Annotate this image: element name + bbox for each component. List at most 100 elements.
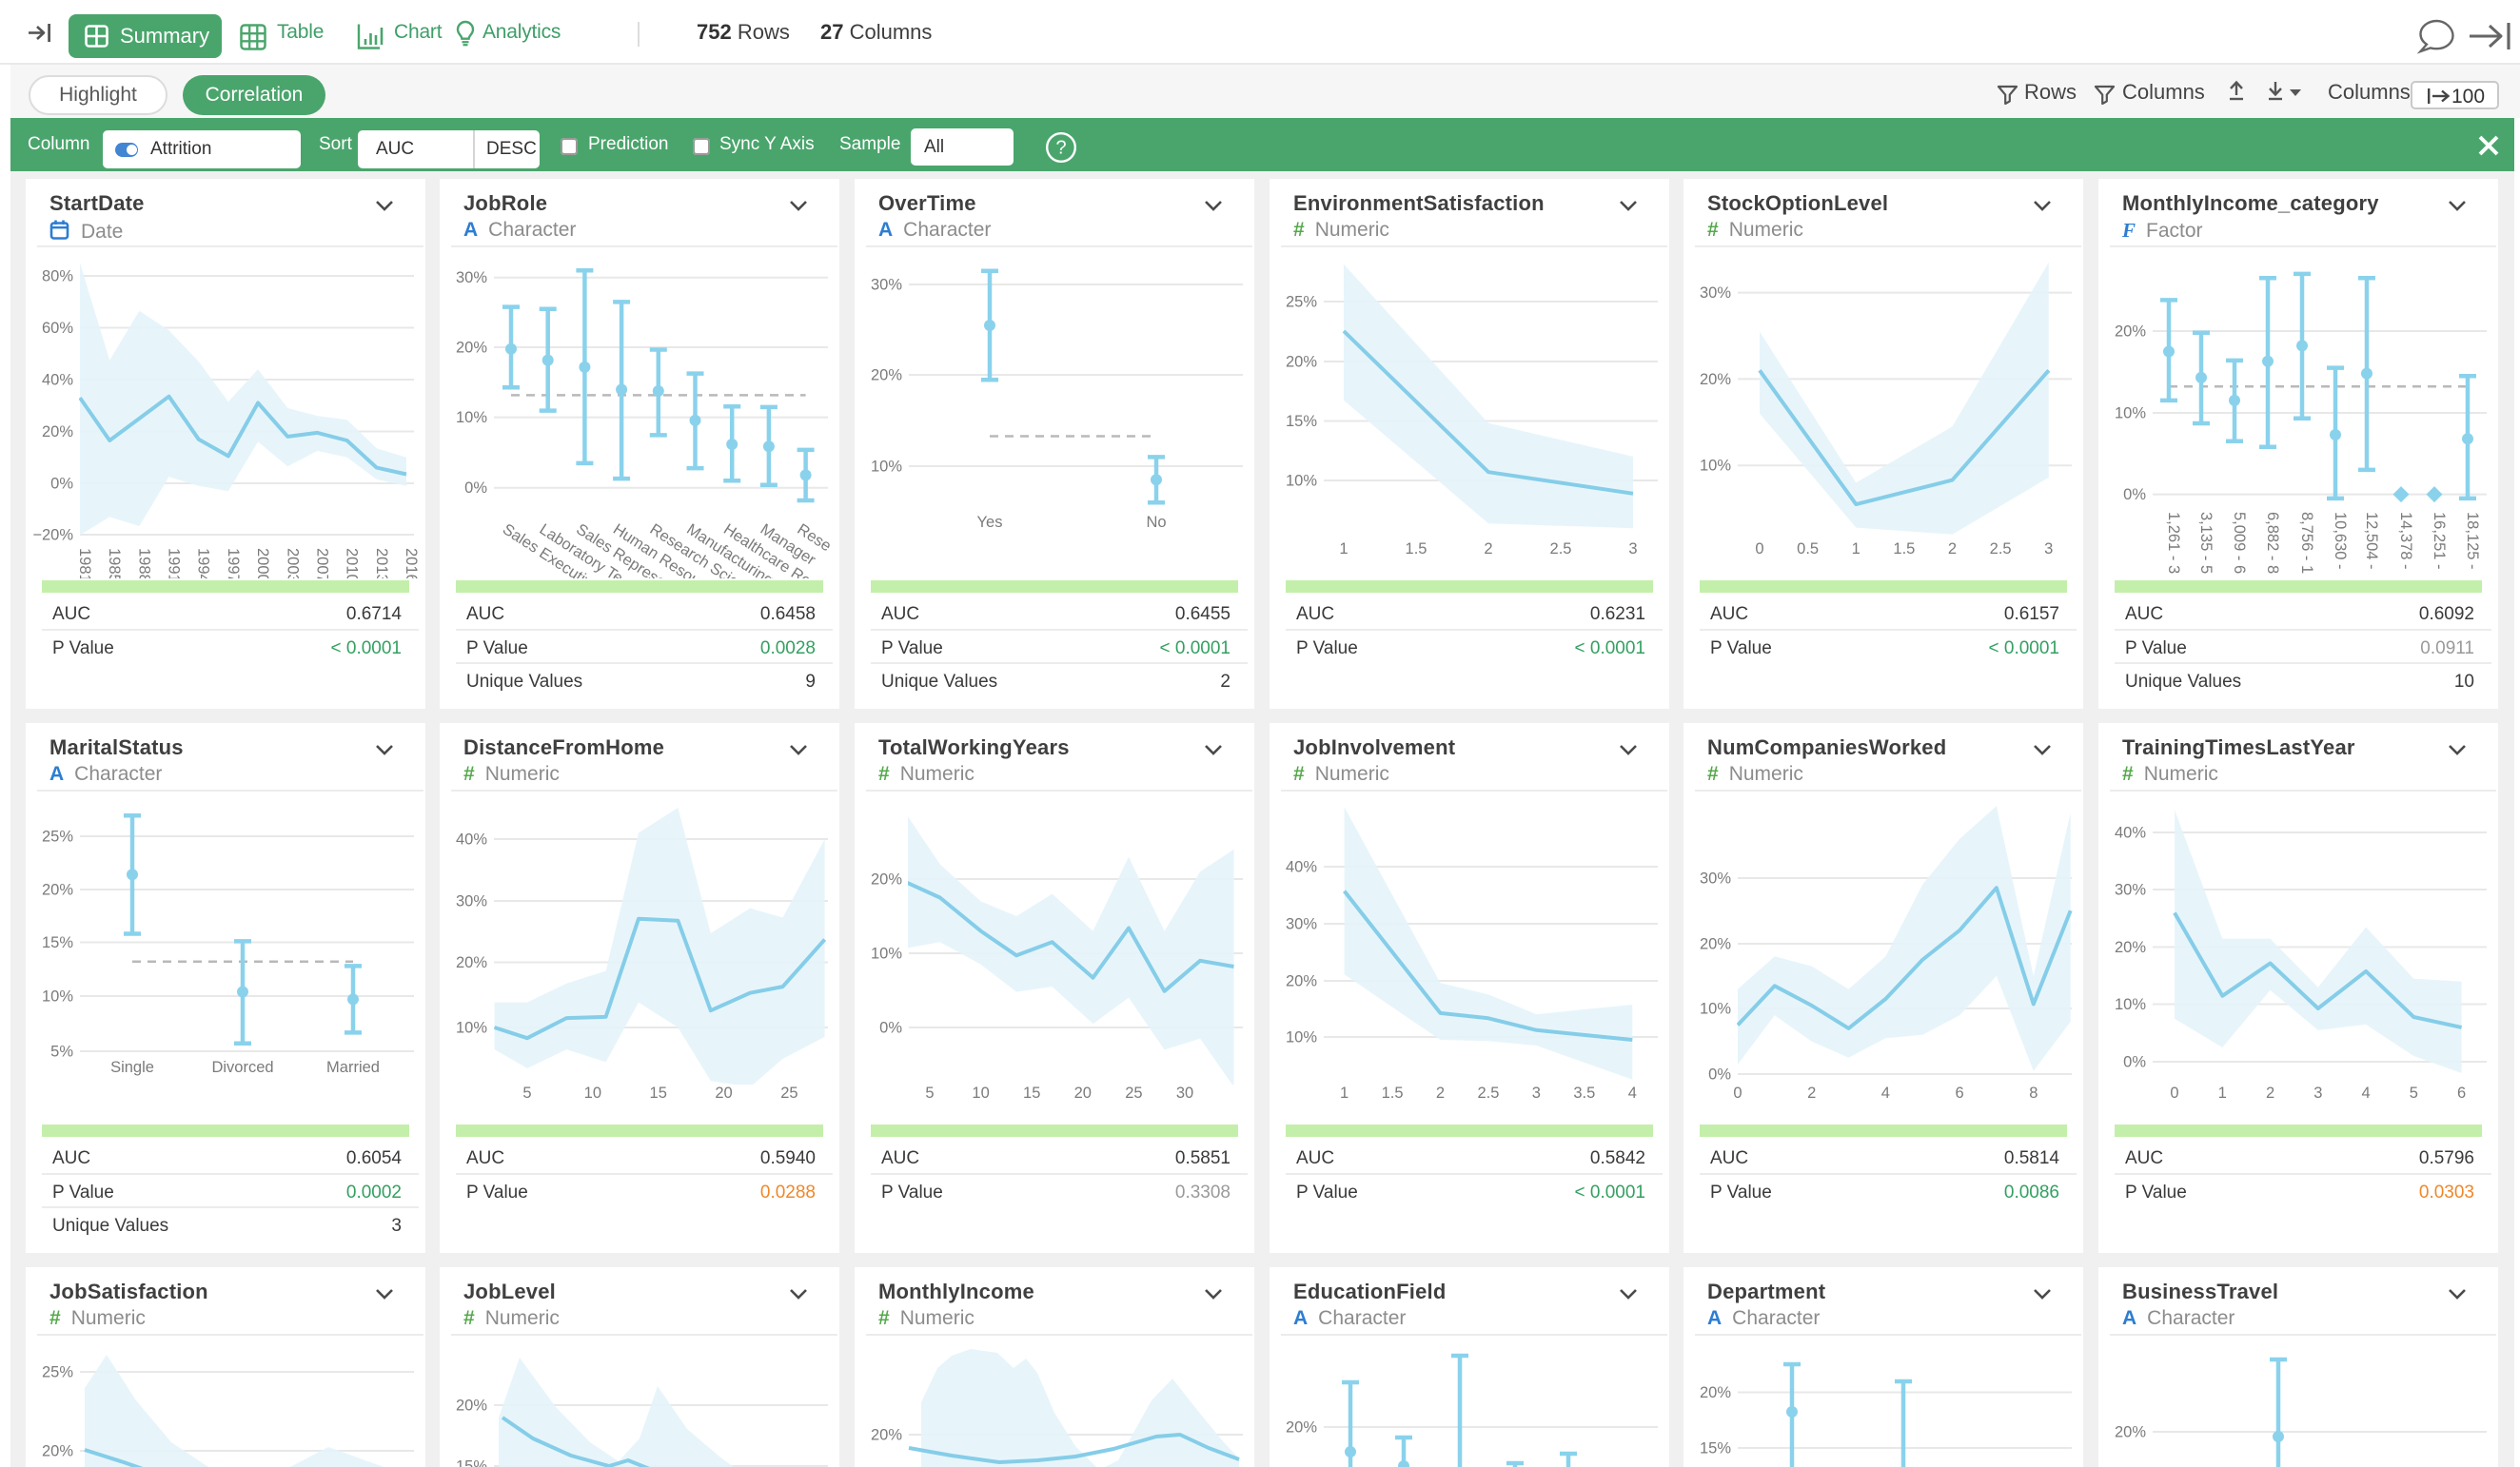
svg-text:18,125 -: 18,125 - — [2464, 512, 2481, 570]
svg-text:5: 5 — [925, 1085, 934, 1102]
svg-text:20%: 20% — [1286, 973, 1317, 990]
svg-text:30%: 30% — [1700, 284, 1731, 302]
svg-text:2: 2 — [2266, 1085, 2274, 1102]
svg-text:1985: 1985 — [106, 548, 123, 578]
svg-text:14,378 -: 14,378 - — [2397, 512, 2414, 570]
svg-text:30%: 30% — [456, 893, 487, 910]
svg-text:20%: 20% — [871, 367, 902, 384]
svg-text:5: 5 — [522, 1085, 531, 1102]
svg-text:1991: 1991 — [166, 548, 183, 578]
svg-text:4: 4 — [2361, 1085, 2370, 1102]
svg-text:2.5: 2.5 — [1550, 540, 1572, 557]
svg-text:15: 15 — [650, 1085, 667, 1102]
svg-text:?: ? — [1055, 138, 1066, 159]
svg-text:1988: 1988 — [135, 548, 152, 578]
svg-text:20%: 20% — [42, 423, 73, 440]
svg-text:2.5: 2.5 — [1990, 540, 2012, 557]
svg-text:20%: 20% — [456, 954, 487, 971]
svg-text:30: 30 — [1176, 1085, 1193, 1102]
svg-text:Single: Single — [110, 1059, 154, 1076]
svg-text:40%: 40% — [1286, 859, 1317, 876]
svg-text:20%: 20% — [42, 1443, 73, 1460]
svg-text:5%: 5% — [50, 1044, 73, 1061]
svg-text:2: 2 — [1436, 1085, 1445, 1102]
svg-text:6,882 - 8: 6,882 - 8 — [2264, 512, 2281, 574]
svg-text:15%: 15% — [1700, 1440, 1731, 1457]
svg-text:2: 2 — [1484, 540, 1492, 557]
svg-text:5,009 - 6: 5,009 - 6 — [2231, 512, 2248, 574]
svg-text:2.5: 2.5 — [1477, 1085, 1499, 1102]
svg-text:40%: 40% — [2115, 825, 2146, 842]
svg-text:Divorced: Divorced — [211, 1059, 273, 1076]
svg-text:20%: 20% — [2115, 1424, 2146, 1441]
svg-text:1.5: 1.5 — [1382, 1085, 1404, 1102]
svg-text:20%: 20% — [1286, 1419, 1317, 1437]
svg-text:40%: 40% — [42, 372, 73, 389]
svg-text:10%: 10% — [42, 988, 73, 1006]
svg-text:20%: 20% — [1286, 354, 1317, 371]
svg-text:0: 0 — [1755, 540, 1763, 557]
svg-text:1: 1 — [2218, 1085, 2227, 1102]
svg-text:1997: 1997 — [225, 548, 242, 578]
svg-text:20%: 20% — [1700, 371, 1731, 388]
svg-text:10%: 10% — [871, 459, 902, 476]
svg-text:15%: 15% — [456, 1458, 487, 1467]
svg-text:−20%: −20% — [32, 527, 73, 544]
svg-text:0%: 0% — [879, 1020, 902, 1037]
svg-text:1,261 - 3: 1,261 - 3 — [2165, 512, 2182, 574]
svg-text:8: 8 — [2029, 1085, 2038, 1102]
svg-text:0%: 0% — [1708, 1066, 1731, 1084]
svg-text:Married: Married — [326, 1059, 380, 1076]
svg-text:30%: 30% — [871, 277, 902, 294]
svg-text:2007: 2007 — [313, 548, 330, 578]
svg-text:30%: 30% — [456, 269, 487, 286]
svg-text:20%: 20% — [871, 1427, 902, 1444]
svg-text:1: 1 — [1852, 540, 1860, 557]
svg-text:3: 3 — [1532, 1085, 1541, 1102]
svg-text:0%: 0% — [50, 476, 73, 493]
svg-text:1: 1 — [1340, 1085, 1349, 1102]
svg-text:10%: 10% — [456, 1020, 487, 1037]
svg-text:25%: 25% — [42, 1364, 73, 1381]
svg-text:10%: 10% — [1700, 1001, 1731, 1018]
svg-text:2016: 2016 — [403, 548, 420, 578]
svg-text:25%: 25% — [1286, 294, 1317, 311]
svg-text:6: 6 — [2457, 1085, 2466, 1102]
svg-text:1981: 1981 — [76, 548, 93, 578]
svg-text:16,251 -: 16,251 - — [2431, 512, 2448, 570]
svg-text:1994: 1994 — [195, 548, 212, 578]
svg-text:No: No — [1146, 514, 1166, 531]
svg-text:3,135 - 5: 3,135 - 5 — [2197, 512, 2215, 574]
svg-text:10%: 10% — [456, 409, 487, 426]
svg-text:60%: 60% — [42, 320, 73, 337]
svg-text:6: 6 — [1956, 1085, 1964, 1102]
svg-text:4: 4 — [1881, 1085, 1890, 1102]
svg-text:20%: 20% — [1700, 936, 1731, 953]
svg-text:3.5: 3.5 — [1573, 1085, 1595, 1102]
svg-text:80%: 80% — [42, 268, 73, 285]
svg-text:2010: 2010 — [344, 548, 361, 578]
svg-text:8,756 - 1: 8,756 - 1 — [2298, 512, 2315, 574]
svg-text:25%: 25% — [42, 829, 73, 846]
svg-text:0.5: 0.5 — [1797, 540, 1819, 557]
svg-text:2013: 2013 — [373, 548, 390, 578]
svg-text:10%: 10% — [1700, 458, 1731, 475]
svg-text:15%: 15% — [42, 934, 73, 951]
svg-text:30%: 30% — [1700, 870, 1731, 888]
svg-text:15%: 15% — [1286, 413, 1317, 430]
svg-text:2000: 2000 — [254, 548, 271, 578]
svg-text:3: 3 — [2044, 540, 2053, 557]
svg-text:20: 20 — [1074, 1085, 1092, 1102]
svg-text:0: 0 — [1733, 1085, 1742, 1102]
svg-text:25: 25 — [1125, 1085, 1142, 1102]
svg-text:3: 3 — [2313, 1085, 2322, 1102]
svg-text:20%: 20% — [42, 882, 73, 899]
svg-text:20: 20 — [715, 1085, 732, 1102]
svg-text:2003: 2003 — [284, 548, 301, 578]
svg-text:1.5: 1.5 — [1406, 540, 1427, 557]
svg-text:0: 0 — [2170, 1085, 2178, 1102]
svg-text:2: 2 — [1807, 1085, 1816, 1102]
svg-text:1.5: 1.5 — [1893, 540, 1915, 557]
svg-text:15: 15 — [1023, 1085, 1040, 1102]
svg-text:20%: 20% — [2115, 939, 2146, 956]
